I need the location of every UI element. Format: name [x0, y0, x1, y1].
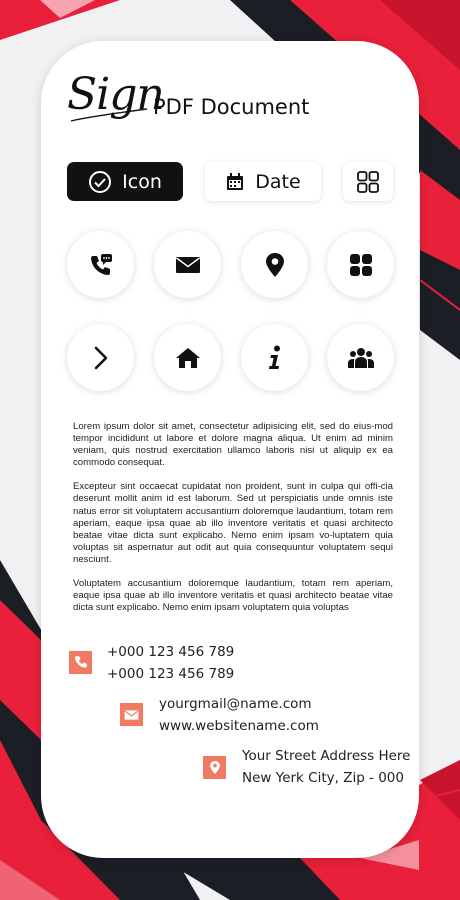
tab-date[interactable]: Date: [205, 162, 321, 201]
body-text: Lorem ipsum dolor sit amet, consectetur …: [73, 421, 393, 626]
group-icon: [347, 347, 374, 368]
envelope-icon: [175, 256, 200, 273]
website-address[interactable]: www.websitename.com: [159, 715, 319, 737]
email-contact: yourgmail@name.com www.websitename.com: [159, 693, 319, 737]
phone-icon: [74, 656, 87, 668]
address-contact-badge: [203, 756, 226, 779]
email-address[interactable]: yourgmail@name.com: [159, 693, 319, 715]
envelope-icon-button[interactable]: [154, 231, 221, 298]
info-icon: [268, 345, 280, 369]
grid-outline-icon: [357, 170, 379, 193]
location-pin-icon: [265, 252, 284, 277]
body-paragraph-3: Voluptatem accusantium doloremque laudan…: [73, 578, 393, 614]
header: Sign PDF Document: [67, 69, 397, 129]
phone-contact: +000 123 456 789 +000 123 456 789: [107, 641, 234, 685]
tab-icon-label: Icon: [122, 170, 162, 193]
calendar-icon: [227, 172, 244, 190]
tab-bar: Icon Date: [67, 162, 393, 202]
page-title: PDF Document: [153, 95, 310, 119]
address-line-2: New Yerk City, Zip - 000: [242, 770, 404, 786]
phone-number-2[interactable]: +000 123 456 789: [107, 663, 234, 685]
phone-chat-icon-button[interactable]: [67, 231, 134, 298]
email-contact-badge: [120, 703, 143, 726]
tab-grid[interactable]: [343, 162, 393, 201]
envelope-small-icon: [124, 709, 139, 720]
signature-flourish: [70, 108, 148, 122]
info-icon-button[interactable]: [241, 324, 308, 391]
location-pin-small-icon: [209, 760, 220, 775]
body-paragraph-2: Excepteur sint occaecat cupidatat non pr…: [73, 481, 393, 565]
group-icon-button[interactable]: [327, 324, 394, 391]
phone-chat-icon: [90, 253, 112, 275]
check-circle-icon: [89, 170, 112, 193]
phone-number-1[interactable]: +000 123 456 789: [107, 641, 234, 663]
home-icon-button[interactable]: [154, 324, 221, 391]
home-icon: [175, 347, 200, 368]
body-paragraph-1: Lorem ipsum dolor sit amet, consectetur …: [73, 421, 393, 469]
chevron-right-icon: [94, 346, 107, 369]
tab-date-label: Date: [255, 170, 301, 193]
chevron-right-icon-button[interactable]: [67, 324, 134, 391]
phone-contact-badge: [69, 651, 92, 674]
tab-icon[interactable]: Icon: [67, 162, 183, 201]
address-contact: Your Street Address Here New Yerk City, …: [242, 745, 411, 789]
location-pin-icon-button[interactable]: [241, 231, 308, 298]
document-card: Sign PDF Document Icon Date Lorem ipsum …: [41, 41, 419, 858]
grid-tiles-icon-button[interactable]: [327, 231, 394, 298]
address-line-1: Your Street Address Here: [242, 748, 411, 764]
grid-tiles-icon: [349, 253, 372, 276]
